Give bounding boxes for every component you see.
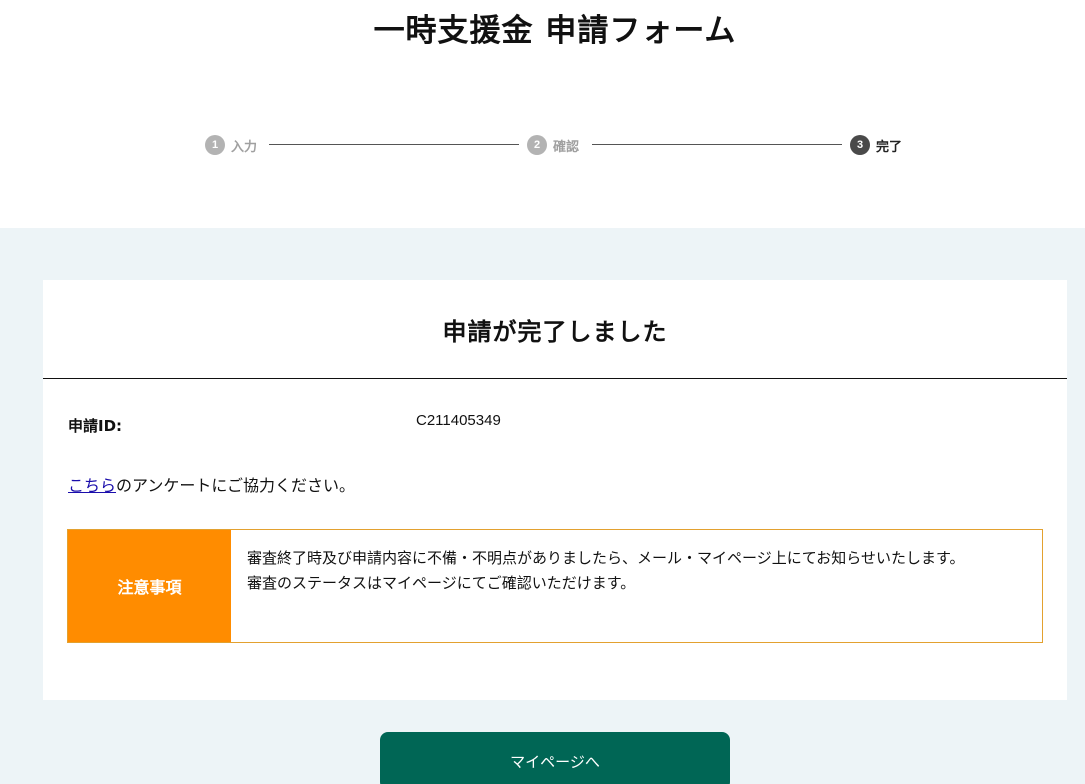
step-complete: 3 完了 (850, 134, 902, 156)
notice-heading: 注意事項 (68, 530, 231, 642)
notice-line-2: 審査のステータスはマイページにてご確認いただけます。 (247, 574, 636, 592)
page-header: 一時支援金 申請フォーム 1 入力 2 確認 3 完了 (0, 0, 1085, 228)
survey-text: のアンケートにご協力ください。 (116, 476, 356, 495)
application-id-value: C211405349 (416, 412, 501, 429)
step-label-input: 入力 (231, 139, 258, 155)
step-connector (269, 144, 519, 145)
step-connector (592, 144, 842, 145)
step-input: 1 入力 (205, 134, 257, 156)
survey-prompt: こちらのアンケートにご協力ください。 (68, 472, 355, 496)
page-title: 一時支援金 申請フォーム (373, 13, 737, 49)
application-id-label: 申請ID: (68, 417, 123, 435)
notice-body: 審査終了時及び申請内容に不備・不明点がありましたら、メール・マイページ上にてお知… (231, 530, 1042, 642)
step-number-2: 2 (527, 135, 547, 155)
completion-card: 申請が完了しました 申請ID: C211405349 こちらのアンケートにご協力… (43, 280, 1067, 700)
step-number-3: 3 (850, 135, 870, 155)
step-label-complete: 完了 (876, 139, 903, 155)
completion-title: 申請が完了しました (43, 280, 1067, 379)
notice-box: 注意事項 審査終了時及び申請内容に不備・不明点がありましたら、メール・マイページ… (67, 529, 1043, 643)
application-id-row: 申請ID: C211405349 (68, 412, 968, 436)
step-number-1: 1 (205, 135, 225, 155)
mypage-button[interactable]: マイページへ (380, 732, 730, 784)
step-label-confirm: 確認 (553, 139, 580, 155)
step-confirm: 2 確認 (527, 134, 579, 156)
progress-steps: 1 入力 2 確認 3 完了 (205, 134, 905, 156)
notice-line-1: 審査終了時及び申請内容に不備・不明点がありましたら、メール・マイページ上にてお知… (247, 549, 965, 567)
survey-link[interactable]: こちら (68, 476, 116, 495)
main-content: 申請が完了しました 申請ID: C211405349 こちらのアンケートにご協力… (0, 228, 1085, 784)
